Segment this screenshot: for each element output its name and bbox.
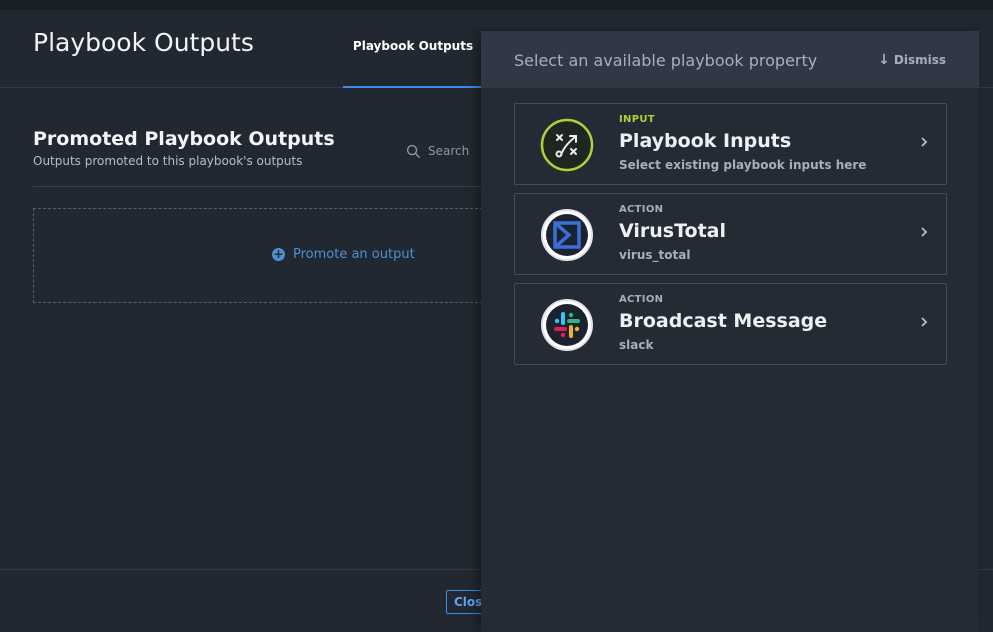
tab-playbook-outputs[interactable]: Playbook Outputs: [343, 10, 483, 88]
property-selector-panel: Select an available playbook property ↓ …: [481, 31, 979, 632]
dismiss-label: Dismiss: [893, 53, 946, 67]
search-icon: [406, 144, 421, 158]
card-name: Broadcast Message: [619, 310, 828, 332]
card-name: VirusTotal: [619, 220, 726, 242]
property-card-virustotal[interactable]: ACTION VirusTotal virus_total: [514, 193, 947, 275]
panel-header: Select an available playbook property ↓ …: [481, 31, 979, 88]
card-kind-label: INPUT: [619, 114, 655, 125]
card-subtitle: virus_total: [619, 248, 691, 262]
search-placeholder: Search: [428, 144, 470, 158]
property-card-broadcast-message[interactable]: ACTION Broadcast Message slack: [514, 283, 947, 365]
card-subtitle: Select existing playbook inputs here: [619, 158, 867, 172]
dismiss-button[interactable]: ↓ Dismiss: [878, 52, 946, 68]
virustotal-icon: [540, 208, 594, 262]
card-kind-label: ACTION: [619, 294, 664, 305]
plus-circle-icon: +: [272, 247, 285, 261]
chevron-right-icon: [921, 317, 928, 327]
promote-output-button[interactable]: + Promote an output: [272, 247, 415, 262]
top-strip: [0, 0, 993, 10]
page-title: Playbook Outputs: [33, 28, 254, 57]
section-title: Promoted Playbook Outputs: [33, 128, 335, 150]
chevron-right-icon: [921, 137, 928, 147]
section-subtitle: Outputs promoted to this playbook's outp…: [33, 154, 303, 168]
chevron-right-icon: [921, 227, 928, 237]
card-subtitle: slack: [619, 338, 654, 352]
promoted-outputs-dropzone: [33, 208, 493, 303]
divider: [33, 186, 493, 187]
arrow-down-icon: ↓: [878, 52, 890, 68]
strategy-icon: [540, 118, 594, 172]
card-name: Playbook Inputs: [619, 130, 792, 152]
search-input[interactable]: Search: [406, 140, 486, 162]
promote-output-label: Promote an output: [293, 247, 415, 262]
slack-icon: [540, 298, 594, 352]
property-card-playbook-inputs[interactable]: INPUT Playbook Inputs Select existing pl…: [514, 103, 947, 185]
card-kind-label: ACTION: [619, 204, 664, 215]
panel-title: Select an available playbook property: [514, 51, 818, 70]
